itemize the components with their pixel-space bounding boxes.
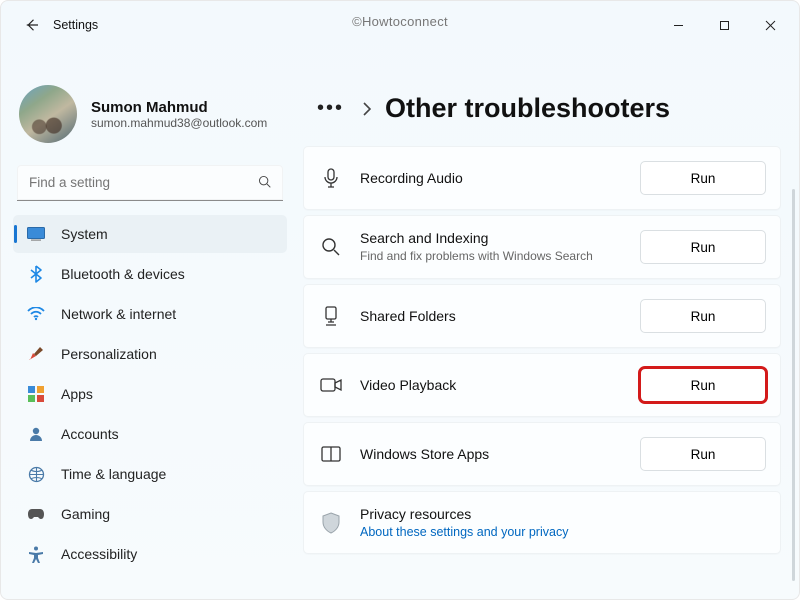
troubleshooter-recording-audio: Recording Audio Run [303,146,781,210]
system-icon [27,225,45,243]
back-button[interactable] [15,8,49,42]
sidebar: Sumon Mahmud sumon.mahmud38@outlook.com … [1,49,299,599]
sidebar-item-system[interactable]: System [13,215,287,253]
sidebar-item-label: Gaming [61,506,110,522]
maximize-button[interactable] [701,9,747,41]
minimize-icon [673,20,684,31]
sidebar-item-accounts[interactable]: Accounts [13,415,287,453]
video-icon [320,374,342,396]
sidebar-item-apps[interactable]: Apps [13,375,287,413]
run-button[interactable]: Run [640,161,766,195]
sidebar-item-label: Accounts [61,426,119,442]
troubleshooter-title: Recording Audio [360,170,640,186]
run-button[interactable]: Run [640,230,766,264]
sidebar-item-label: Apps [61,386,93,402]
avatar [19,85,77,143]
profile-block[interactable]: Sumon Mahmud sumon.mahmud38@outlook.com [13,49,287,165]
privacy-title: Privacy resources [360,506,766,522]
brush-icon [27,345,45,363]
close-icon [765,20,776,31]
run-button[interactable]: Run [640,299,766,333]
troubleshooter-video-playback: Video Playback Run [303,353,781,417]
sidebar-item-label: Personalization [61,346,157,362]
troubleshooter-desc: Find and fix problems with Windows Searc… [360,248,640,264]
troubleshooter-windows-store-apps: Windows Store Apps Run [303,422,781,486]
breadcrumb-ellipsis[interactable]: ••• [313,97,348,120]
watermark: ©Howtoconnect [352,14,448,29]
run-button[interactable]: Run [640,368,766,402]
back-arrow-icon [23,16,41,34]
bluetooth-icon [27,265,45,283]
app-title: Settings [53,18,98,32]
chevron-right-icon [362,102,371,116]
run-button[interactable]: Run [640,437,766,471]
profile-name: Sumon Mahmud [91,99,267,116]
search-icon [257,174,273,190]
sidebar-item-label: Network & internet [61,306,176,322]
troubleshooter-shared-folders: Shared Folders Run [303,284,781,348]
troubleshooter-title: Search and Indexing [360,230,640,246]
globe-clock-icon [27,465,45,483]
close-button[interactable] [747,9,793,41]
sidebar-item-label: System [61,226,108,242]
store-icon [320,443,342,465]
person-icon [27,425,45,443]
troubleshooter-list: Recording Audio Run Search and Indexing … [299,146,781,554]
sidebar-item-bluetooth[interactable]: Bluetooth & devices [13,255,287,293]
gaming-icon [27,505,45,523]
privacy-link[interactable]: About these settings and your privacy [360,525,766,539]
page-title: Other troubleshooters [385,93,670,124]
sidebar-item-label: Time & language [61,466,166,482]
troubleshooter-title: Shared Folders [360,308,640,324]
nav-list: System Bluetooth & devices Network & int… [13,215,287,573]
sidebar-item-time-language[interactable]: Time & language [13,455,287,493]
search-icon [320,236,342,258]
sidebar-item-gaming[interactable]: Gaming [13,495,287,533]
minimize-button[interactable] [655,9,701,41]
apps-icon [27,385,45,403]
mic-icon [320,167,342,189]
troubleshooter-title: Windows Store Apps [360,446,640,462]
content-area: ••• Other troubleshooters Recording Audi… [299,49,799,599]
sidebar-item-personalization[interactable]: Personalization [13,335,287,373]
breadcrumb: ••• Other troubleshooters [299,49,781,146]
titlebar: Settings ©Howtoconnect [1,1,799,49]
search-input[interactable] [17,165,283,201]
sidebar-item-accessibility[interactable]: Accessibility [13,535,287,573]
troubleshooter-title: Video Playback [360,377,640,393]
wifi-icon [27,305,45,323]
shield-icon [320,512,342,534]
shared-folder-icon [320,305,342,327]
sidebar-item-network[interactable]: Network & internet [13,295,287,333]
accessibility-icon [27,545,45,563]
scrollbar[interactable] [792,189,795,581]
sidebar-item-label: Accessibility [61,546,137,562]
profile-email: sumon.mahmud38@outlook.com [91,116,267,130]
sidebar-item-label: Bluetooth & devices [61,266,185,282]
maximize-icon [719,20,730,31]
troubleshooter-search-indexing: Search and Indexing Find and fix problem… [303,215,781,279]
search-box[interactable] [17,165,283,201]
privacy-resources[interactable]: Privacy resources About these settings a… [303,491,781,554]
